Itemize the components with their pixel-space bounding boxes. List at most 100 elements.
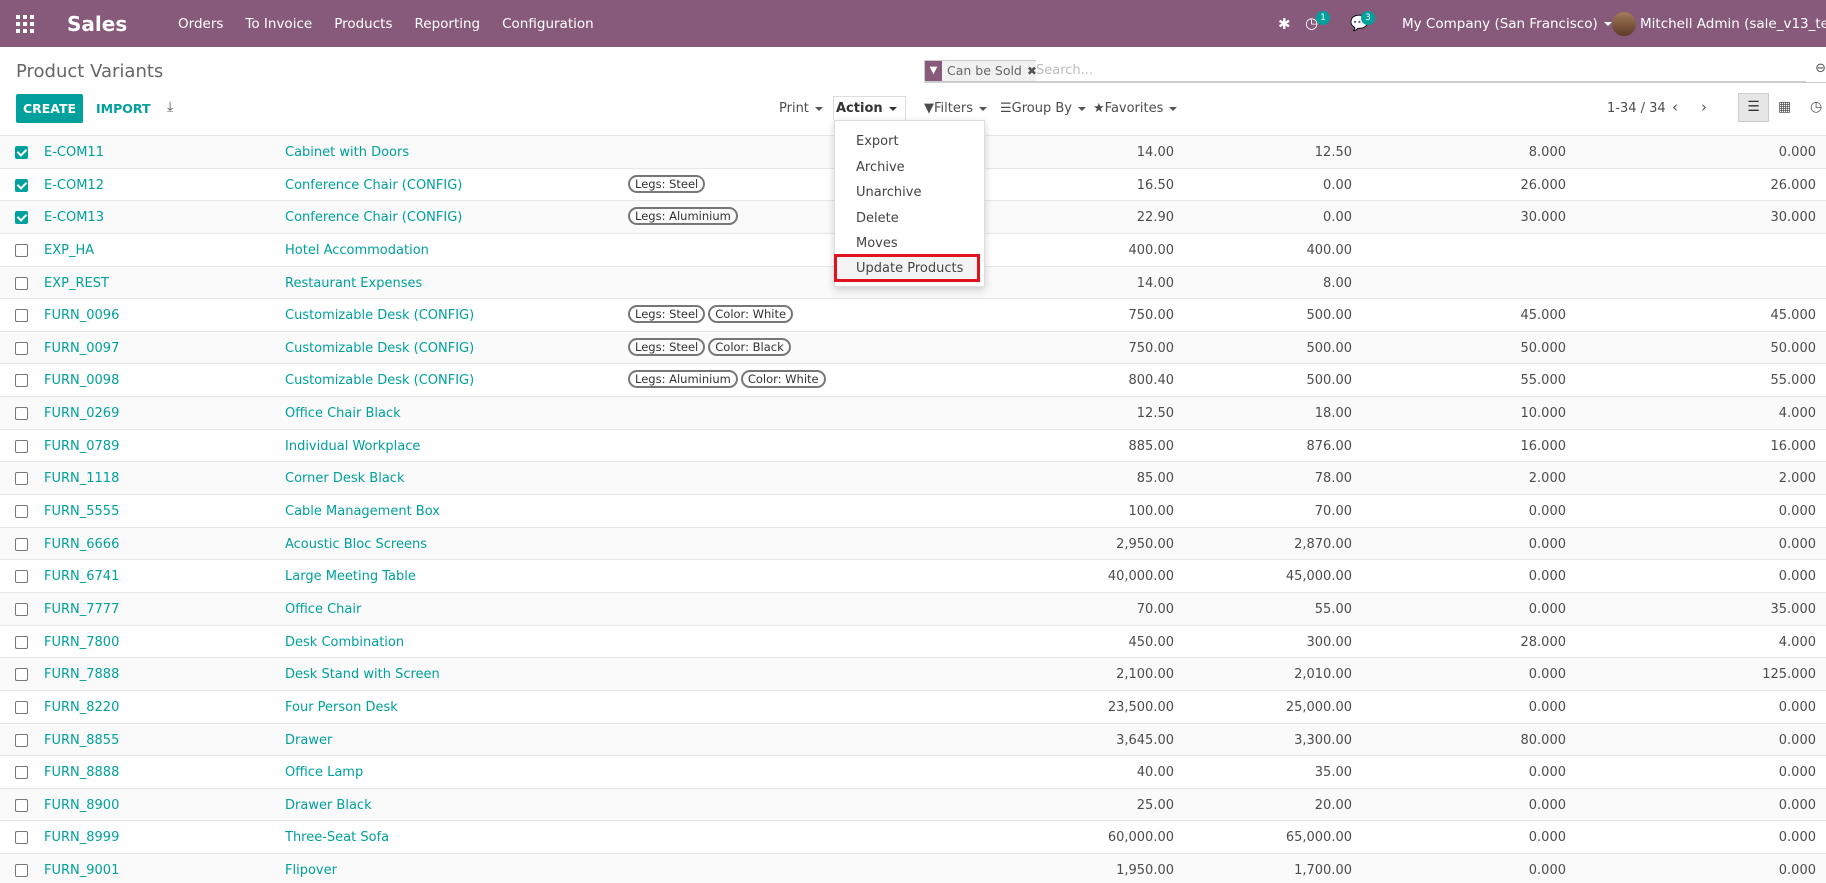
action-update-products[interactable]: Update Products <box>834 254 980 282</box>
table-row[interactable]: FURN_0269 Office Chair Black 12.50 18.00 10.… <box>0 396 1826 429</box>
favorites-dropdown[interactable]: ★Favorites <box>1093 101 1178 116</box>
forecasted-quantity: 0.000 <box>1778 830 1816 846</box>
table-row[interactable]: FURN_5555 Cable Management Box 100.00 70.00… <box>0 494 1826 527</box>
table-row[interactable]: FURN_0789 Individual Workplace 885.00 876.0… <box>0 428 1826 462</box>
cost: 500.00 <box>1306 308 1353 324</box>
search-underline <box>924 82 1826 83</box>
cost: 35.00 <box>1314 765 1352 781</box>
kanban-view-icon[interactable]: ▦ <box>1778 99 1791 115</box>
row-checkbox[interactable] <box>15 668 28 682</box>
table-row[interactable]: FURN_6741 Large Meeting Table 40,000.00 45,… <box>0 559 1826 592</box>
row-checkbox[interactable] <box>15 570 28 584</box>
table-row[interactable]: FURN_8855 Drawer 3,645.00 3,300.00 80.000 0.0… <box>0 722 1826 756</box>
row-checkbox[interactable] <box>15 505 28 519</box>
menu-orders[interactable]: Orders <box>178 16 223 32</box>
row-checkbox[interactable] <box>15 864 28 878</box>
pager-value[interactable]: 1-34 / 34 <box>1607 101 1666 116</box>
sales-price: 2,100.00 <box>1116 667 1174 683</box>
print-dropdown[interactable]: Print <box>779 101 823 116</box>
sales-price: 22.90 <box>1136 210 1174 226</box>
row-checkbox[interactable] <box>15 537 28 551</box>
row-checkbox[interactable] <box>15 178 28 192</box>
action-unarchive[interactable]: Unarchive <box>856 185 921 200</box>
activity-clock-icon[interactable]: ◷ 1 <box>1305 11 1330 32</box>
search-input[interactable] <box>1036 60 1806 82</box>
activity-view-icon[interactable]: ◷ <box>1810 99 1822 115</box>
internal-reference: FURN_0789 <box>44 438 120 454</box>
forecasted-quantity: 55.000 <box>1770 373 1817 389</box>
table-row[interactable]: FURN_0097 Customizable Desk (CONFIG) Legs:… <box>0 330 1826 364</box>
table-row[interactable]: FURN_7800 Desk Combination 450.00 300.00 28.… <box>0 624 1826 658</box>
row-checkbox[interactable] <box>15 211 28 225</box>
facet-value: Can be Sold <box>947 63 1022 78</box>
import-button[interactable]: IMPORT <box>96 101 150 116</box>
chevron-down-icon <box>1603 22 1612 26</box>
row-checkbox[interactable] <box>15 374 28 388</box>
table-row[interactable]: FURN_8888 Office Lamp 40.00 35.00 0.000 0.000 <box>0 755 1826 788</box>
row-checkbox[interactable] <box>15 700 28 714</box>
menu-to-invoice[interactable]: To Invoice <box>245 16 312 32</box>
row-checkbox[interactable] <box>15 276 28 290</box>
attribute-tag: Legs: Steel <box>628 174 706 193</box>
pager-next-icon[interactable]: › <box>1701 98 1707 116</box>
product-name: Conference Chair (CONFIG) <box>285 210 463 226</box>
table-row[interactable]: FURN_6666 Acoustic Bloc Screens 2,950.00 2,… <box>0 526 1826 560</box>
row-checkbox[interactable] <box>15 602 28 616</box>
row-checkbox[interactable] <box>15 798 28 812</box>
search-options-icon[interactable]: ⊖ <box>1815 61 1826 76</box>
sales-price: 40.00 <box>1136 765 1174 781</box>
table-row[interactable]: FURN_7777 Office Chair 70.00 55.00 0.000 35.0… <box>0 591 1826 625</box>
sales-price: 16.50 <box>1136 177 1174 193</box>
filters-dropdown[interactable]: ▼Filters <box>924 101 987 116</box>
internal-reference: E-COM13 <box>44 210 104 226</box>
user-avatar[interactable] <box>1612 12 1636 36</box>
row-checkbox[interactable] <box>15 309 28 323</box>
table-row[interactable]: FURN_9001 Flipover 1,950.00 1,700.00 0.000 0.… <box>0 853 1826 883</box>
user-menu[interactable]: Mitchell Admin (sale_v13_test) <box>1640 16 1826 32</box>
row-checkbox[interactable] <box>15 407 28 421</box>
row-checkbox[interactable] <box>15 243 28 257</box>
row-checkbox[interactable] <box>15 146 28 159</box>
table-row[interactable]: FURN_0096 Customizable Desk (CONFIG) Legs:… <box>0 298 1826 331</box>
pager-previous-icon[interactable]: ‹ <box>1672 98 1678 116</box>
download-icon[interactable]: ⤓ <box>167 99 173 115</box>
list-view-icon[interactable]: ☰ <box>1738 93 1769 122</box>
attribute-tag: Color: White <box>740 370 826 389</box>
groupby-label: Group By <box>1011 101 1072 116</box>
action-moves[interactable]: Moves <box>856 236 898 251</box>
sales-price: 14.00 <box>1136 145 1174 160</box>
table-row[interactable]: FURN_8220 Four Person Desk 23,500.00 25,000… <box>0 689 1826 723</box>
menu-products[interactable]: Products <box>334 16 392 32</box>
chevron-down-icon <box>814 106 823 111</box>
update-products-label: Update Products <box>856 261 964 276</box>
action-archive[interactable]: Archive <box>856 160 905 175</box>
row-checkbox[interactable] <box>15 341 28 355</box>
forecasted-quantity: 0.000 <box>1778 765 1816 781</box>
row-checkbox[interactable] <box>15 831 28 845</box>
company-switcher[interactable]: My Company (San Francisco) <box>1402 16 1612 32</box>
action-dropdown[interactable]: Action <box>833 96 906 120</box>
apps-menu-icon[interactable] <box>16 15 34 33</box>
row-checkbox[interactable] <box>15 472 28 486</box>
action-export[interactable]: Export <box>856 134 899 149</box>
table-row[interactable]: FURN_8999 Three-Seat Sofa 60,000.00 65,000.… <box>0 820 1826 853</box>
debug-bug-icon[interactable]: ✱ <box>1278 15 1291 33</box>
page-title: Product Variants <box>16 61 164 82</box>
create-button[interactable]: CREATE <box>16 94 83 123</box>
row-checkbox[interactable] <box>15 766 28 780</box>
table-row[interactable]: FURN_0098 Customizable Desk (CONFIG) Legs:… <box>0 363 1826 396</box>
groupby-dropdown[interactable]: ☰Group By <box>1000 101 1086 116</box>
table-row[interactable]: FURN_1118 Corner Desk Black 85.00 78.00 2.00… <box>0 461 1826 495</box>
row-checkbox[interactable] <box>15 635 28 649</box>
menu-reporting[interactable]: Reporting <box>414 16 480 32</box>
row-checkbox[interactable] <box>15 439 28 453</box>
forecasted-quantity: 16.000 <box>1770 438 1817 454</box>
messages-chat-icon[interactable]: 💬 3 <box>1350 11 1375 32</box>
row-checkbox[interactable] <box>15 733 28 747</box>
table-row[interactable]: FURN_7888 Desk Stand with Screen 2,100.00 2… <box>0 657 1826 690</box>
cost: 65,000.00 <box>1285 830 1352 846</box>
menu-configuration[interactable]: Configuration <box>502 16 594 32</box>
table-row[interactable]: FURN_8900 Drawer Black 25.00 20.00 0.000 0.00… <box>0 787 1826 821</box>
action-delete[interactable]: Delete <box>856 211 899 226</box>
cost: 78.00 <box>1314 471 1352 487</box>
